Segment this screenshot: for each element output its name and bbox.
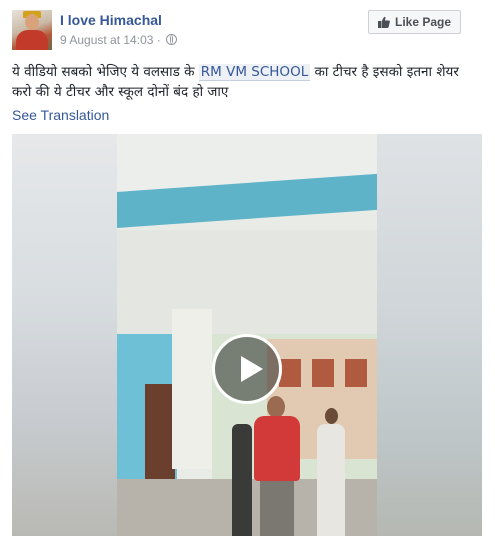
play-icon[interactable] [212,334,282,404]
meta-separator: · [156,33,161,47]
post-meta: 9 August at 14:03 · [60,33,178,47]
post-date[interactable]: 9 August at 14:03 [60,33,153,47]
video-blur-right [377,134,482,536]
facebook-post: I love Himachal 9 August at 14:03 · Like… [0,0,495,536]
like-page-label: Like Page [394,15,452,29]
post-caption: ये वीडियो सबको भेजिए ये वलसाड के RM VM S… [12,62,482,102]
video-player[interactable] [12,134,482,536]
like-page-button[interactable]: Like Page [368,10,461,34]
globe-icon[interactable] [166,34,178,45]
thumbs-up-icon [377,16,390,28]
school-mention-link[interactable]: RM VM SCHOOL [198,64,311,81]
caption-text-before: ये वीडियो सबको भेजिए ये वलसाड के [12,64,199,80]
video-blur-left [12,134,117,536]
see-translation-link[interactable]: See Translation [12,107,109,123]
page-avatar[interactable] [12,10,52,50]
page-name-link[interactable]: I love Himachal [60,12,162,28]
